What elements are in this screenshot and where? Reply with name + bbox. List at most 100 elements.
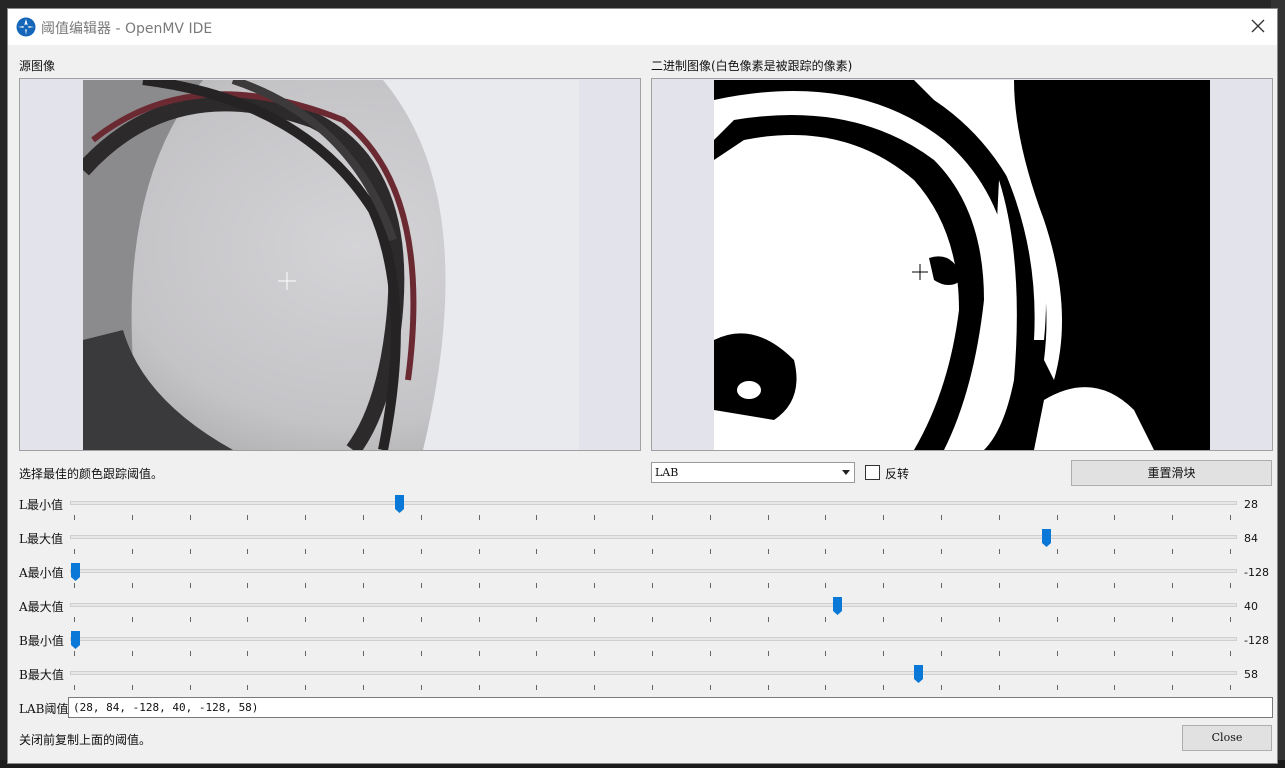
close-icon[interactable]	[1247, 15, 1269, 37]
binary-image-panel	[651, 78, 1273, 451]
slider-tick	[190, 515, 191, 520]
slider-tick	[363, 583, 364, 588]
slider-tick	[479, 685, 480, 690]
slider-tick	[421, 685, 422, 690]
slider-tick	[652, 651, 653, 656]
slider-tick	[883, 617, 884, 622]
slider-tick	[1114, 515, 1115, 520]
slider-tick	[1114, 617, 1115, 622]
slider-thumb[interactable]	[832, 596, 843, 616]
slider-tick	[825, 583, 826, 588]
slider-thumb[interactable]	[70, 562, 81, 582]
slider-tick	[363, 617, 364, 622]
slider-thumb[interactable]	[394, 494, 405, 514]
color-space-select[interactable]: LAB	[651, 462, 855, 483]
slider-groove[interactable]	[70, 501, 1237, 505]
slider-tick	[883, 651, 884, 656]
slider-tick	[479, 651, 480, 656]
slider-groove[interactable]	[70, 671, 1237, 675]
slider-tick	[594, 651, 595, 656]
slider-tick	[1230, 685, 1231, 690]
slider-tick	[652, 685, 653, 690]
slider-value: 28	[1244, 498, 1258, 511]
slider-tick	[1172, 549, 1173, 554]
slider-tick	[421, 617, 422, 622]
slider-tick	[710, 685, 711, 690]
source-image-label: 源图像	[19, 59, 56, 73]
slider-tick	[247, 651, 248, 656]
slider-value: 84	[1244, 532, 1258, 545]
slider-thumb[interactable]	[913, 664, 924, 684]
window-title: 阈值编辑器 - OpenMV IDE	[41, 21, 213, 37]
slider-tick	[74, 685, 75, 690]
slider-tick	[768, 583, 769, 588]
slider-tick	[1230, 583, 1231, 588]
slider-tick	[190, 651, 191, 656]
slider-tick	[594, 617, 595, 622]
slider-tick	[1057, 549, 1058, 554]
slider-tick	[768, 515, 769, 520]
slider-tick	[536, 549, 537, 554]
slider-tick	[363, 549, 364, 554]
slider-tick	[421, 515, 422, 520]
slider-groove[interactable]	[70, 569, 1237, 573]
reset-sliders-button[interactable]: 重置滑块	[1071, 460, 1272, 486]
close-button[interactable]: Close	[1182, 725, 1272, 751]
slider-tick	[536, 583, 537, 588]
slider-tick	[710, 583, 711, 588]
threshold-editor-dialog: 阈值编辑器 - OpenMV IDE 源图像 二进制图像(白色像素是被跟踪的像素…	[7, 8, 1278, 764]
lab-threshold-field[interactable]: (28, 84, -128, 40, -128, 58)	[68, 697, 1273, 718]
slider-tick	[190, 583, 191, 588]
slider-tick	[941, 617, 942, 622]
slider-tick	[883, 549, 884, 554]
slider-tick	[190, 685, 191, 690]
slider-label: B最小值	[19, 634, 64, 648]
slider-tick	[1057, 617, 1058, 622]
slider-tick	[132, 617, 133, 622]
slider-thumb[interactable]	[70, 630, 81, 650]
slider-tick	[305, 617, 306, 622]
slider-row: L最小值 28	[8, 494, 1279, 528]
slider-tick	[941, 549, 942, 554]
slider-tick	[132, 515, 133, 520]
slider-tick	[1230, 549, 1231, 554]
slider-tick	[1114, 651, 1115, 656]
slider-tick	[1114, 549, 1115, 554]
slider-tick	[594, 685, 595, 690]
slider-row: B最小值 -128	[8, 630, 1279, 664]
slider-tick	[479, 617, 480, 622]
slider-groove[interactable]	[70, 637, 1237, 641]
slider-value: 40	[1244, 600, 1258, 613]
slider-tick	[190, 549, 191, 554]
source-image[interactable]	[83, 80, 579, 450]
binary-image-label: 二进制图像(白色像素是被跟踪的像素)	[651, 59, 853, 73]
slider-tick	[1172, 651, 1173, 656]
slider-tick	[999, 651, 1000, 656]
instructions-text: 选择最佳的颜色跟踪阈值。	[19, 467, 164, 481]
slider-groove[interactable]	[70, 603, 1237, 607]
openmv-icon	[16, 17, 36, 37]
slider-tick	[536, 685, 537, 690]
slider-thumb[interactable]	[1041, 528, 1052, 548]
slider-tick	[1057, 515, 1058, 520]
slider-label: L最小值	[19, 498, 63, 512]
slider-tick	[594, 549, 595, 554]
slider-tick	[305, 583, 306, 588]
slider-tick	[479, 549, 480, 554]
slider-tick	[1172, 583, 1173, 588]
slider-tick	[421, 549, 422, 554]
slider-value: 58	[1244, 668, 1258, 681]
slider-row: B最大值 58	[8, 664, 1279, 698]
slider-value: -128	[1244, 634, 1269, 647]
slider-tick	[247, 549, 248, 554]
slider-tick	[710, 515, 711, 520]
invert-checkbox[interactable]	[865, 465, 880, 480]
slider-tick	[421, 651, 422, 656]
slider-tick	[132, 549, 133, 554]
slider-tick	[594, 515, 595, 520]
slider-tick	[132, 685, 133, 690]
slider-groove[interactable]	[70, 535, 1237, 539]
slider-tick	[1057, 685, 1058, 690]
slider-tick	[652, 617, 653, 622]
title-bar: 阈值编辑器 - OpenMV IDE	[8, 9, 1277, 45]
